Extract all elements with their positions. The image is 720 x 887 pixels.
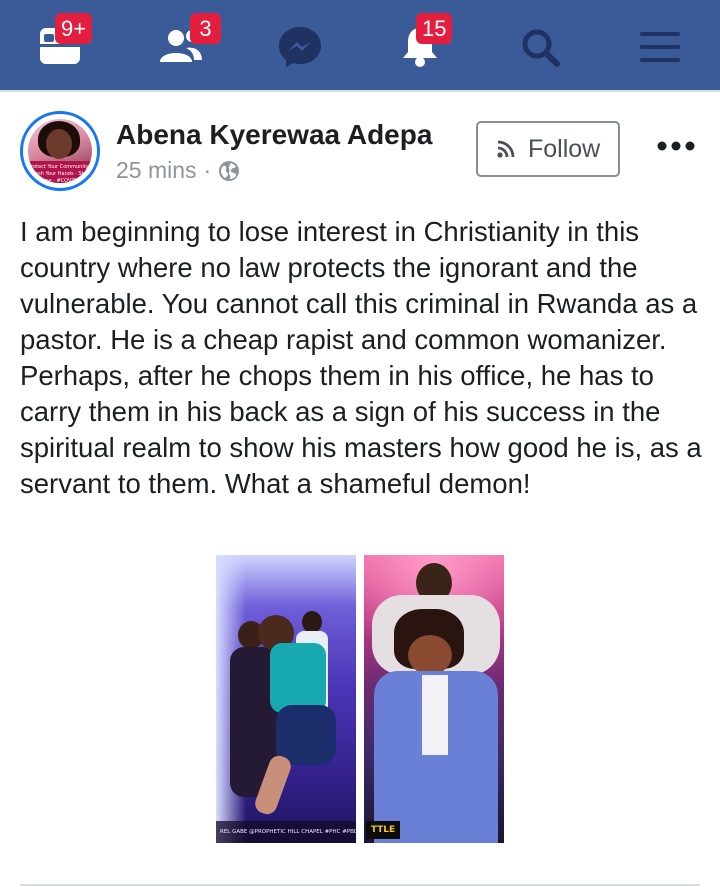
figure-front-face <box>408 635 452 675</box>
notifications-badge: 15 <box>416 13 453 44</box>
figure-carried-skirt <box>276 705 336 765</box>
author-name[interactable]: Abena Kyerewaa Adepa <box>116 119 432 151</box>
search-icon <box>522 29 560 67</box>
figure-carried-top <box>270 643 326 713</box>
post-text: I am beginning to lose interest in Chris… <box>20 216 702 499</box>
more-dots-icon <box>657 141 695 151</box>
post-photo-1[interactable]: REL GABE @PROPHETIC HILL CHAPEL #PHC #PB… <box>216 555 356 843</box>
post-divider <box>20 884 700 886</box>
post-time[interactable]: 25 mins <box>116 157 197 184</box>
follow-button[interactable]: Follow <box>476 121 620 177</box>
messenger-icon <box>279 27 321 67</box>
follow-label: Follow <box>528 134 601 163</box>
globe-icon <box>219 160 240 181</box>
nav-item-news-feed[interactable]: 9+ <box>20 0 100 90</box>
nav-item-search[interactable] <box>500 0 580 90</box>
nav-item-friends[interactable]: 3 <box>140 0 221 90</box>
figure-head-bg <box>302 611 322 633</box>
top-navigation-bar: 9+ 3 15 <box>0 0 720 90</box>
nav-item-menu[interactable] <box>620 0 700 90</box>
header-divider <box>0 90 720 92</box>
nav-item-notifications[interactable]: 15 <box>380 0 460 90</box>
post-meta: 25 mins · <box>116 157 240 184</box>
photo-1-caption: REL GABE @PROPHETIC HILL CHAPEL #PHC #PB… <box>216 821 356 843</box>
author-avatar[interactable]: Protect Your Community · Wash Your Hands… <box>20 111 100 191</box>
avatar-face <box>46 129 72 159</box>
avatar-image: Protect Your Community · Wash Your Hands… <box>28 119 92 183</box>
friends-badge: 3 <box>190 13 221 44</box>
meta-separator: · <box>203 157 212 183</box>
figure-front-shirt <box>422 675 448 755</box>
post-photo-2[interactable]: TTLE <box>364 555 504 843</box>
menu-icon <box>640 32 680 62</box>
news-feed-badge: 9+ <box>55 13 93 44</box>
avatar-frame-caption: Protect Your Community · Wash Your Hands… <box>28 161 92 183</box>
nav-item-messenger[interactable] <box>260 0 340 90</box>
photo-2-caption: TTLE <box>366 821 400 839</box>
rss-icon <box>497 140 515 158</box>
post-options-button[interactable] <box>652 128 700 164</box>
